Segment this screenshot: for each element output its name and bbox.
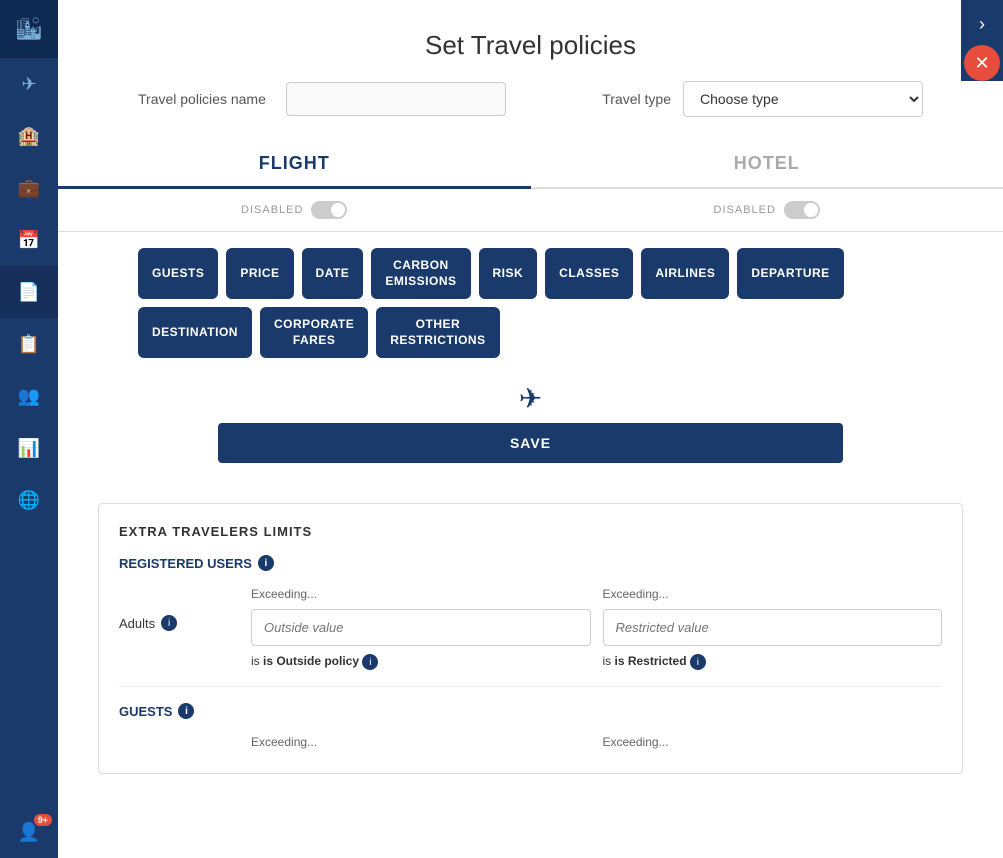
list-icon: 📋 [18,334,40,355]
toggle-row: DISABLED DISABLED [58,189,1003,232]
close-button[interactable]: ✕ [964,45,1000,81]
btn-carbon-emissions[interactable]: CARBON EMISSIONS [371,248,470,299]
hotel-toggle-section: DISABLED [531,201,1003,219]
exceeding-label-1: Exceeding... [251,587,591,601]
policies-name-label: Travel policies name [138,91,266,107]
travel-type-select[interactable]: Choose type Flight Hotel Car [683,81,923,117]
adults-outside-col: Exceeding... is is Outside policy i [251,587,591,670]
form-row: Travel policies name Travel type Choose … [58,81,1003,117]
hotel-disabled-label: DISABLED [714,204,776,216]
calendar-icon: 📅 [18,230,40,251]
registered-users-info-icon[interactable]: i [258,555,274,571]
document-icon: 📄 [18,282,40,303]
adults-restricted-col: Exceeding... is is Restricted i [603,587,943,670]
top-right-panel: › ✕ [961,0,1003,81]
guests-label: GUESTS [119,704,172,719]
notification-badge: 9+ [34,814,52,826]
guests-row: Exceeding... Exceeding... [119,735,942,753]
save-btn-container: SAVE [58,423,1003,483]
guests-exceeding-label-2: Exceeding... [603,735,943,749]
sidebar: 🏙 ✈ 🏨 💼 📅 📄 📋 👥 📊 🌐 👤 9+ [0,0,58,858]
outside-policy-note: is is Outside policy i [251,654,591,670]
guests-exceeding-label-1: Exceeding... [251,735,591,749]
guests-exceeding-col-2: Exceeding... [603,735,943,753]
globe-icon: 🌐 [18,490,40,511]
travel-type-label: Travel type [602,91,671,107]
btn-airlines[interactable]: AIRLINES [641,248,729,299]
sidebar-item-luggage[interactable]: 💼 [0,162,58,214]
btn-classes[interactable]: CLASSES [545,248,633,299]
sidebar-item-globe[interactable]: 🌐 [0,474,58,526]
people-icon: 👥 [18,386,40,407]
adults-label: Adults [119,616,155,631]
flight-disabled-label: DISABLED [241,204,303,216]
main-content: › ✕ Set Travel policies Travel policies … [58,0,1003,858]
plane-icon: ✈ [519,383,542,414]
hotel-toggle[interactable] [784,201,820,219]
registered-users-title: REGISTERED USERS i [119,555,942,571]
flight-toggle-section: DISABLED [58,201,531,219]
guests-info-icon[interactable]: i [178,703,194,719]
adults-label-cell: Adults i [119,587,239,631]
guests-title: GUESTS i [119,703,942,719]
sidebar-item-chart[interactable]: 📊 [0,422,58,474]
guests-label-cell [119,735,239,753]
luggage-icon: 💼 [18,178,40,199]
adults-outside-input[interactable] [251,609,591,646]
sidebar-logo: 🏙 [0,0,58,58]
adults-row: Adults i Exceeding... is is Outside poli… [119,587,942,670]
hotel-icon: 🏨 [18,126,40,147]
sidebar-item-document[interactable]: 📄 [0,266,58,318]
main-tabs: FLIGHT HOTEL [58,137,1003,189]
flight-toggle[interactable] [311,201,347,219]
btn-guests[interactable]: GUESTS [138,248,218,299]
chevron-right-icon[interactable]: › [973,8,991,41]
adults-info-icon[interactable]: i [161,615,177,631]
plane-icon-row: ✈ [58,374,1003,423]
btn-destination[interactable]: DESTINATION [138,307,252,358]
outside-policy-info-icon[interactable]: i [362,654,378,670]
sidebar-item-hotel[interactable]: 🏨 [0,110,58,162]
chart-icon: 📊 [18,438,40,459]
logo-icon: 🏙 [15,16,43,42]
registered-users-label: REGISTERED USERS [119,556,252,571]
restricted-note: is is Restricted i [603,654,943,670]
exceeding-label-2: Exceeding... [603,587,943,601]
btn-risk[interactable]: RISK [479,248,538,299]
restricted-info-icon[interactable]: i [690,654,706,670]
tab-hotel[interactable]: HOTEL [531,137,1003,187]
btn-price[interactable]: PRICE [226,248,293,299]
guests-exceeding-col-1: Exceeding... [251,735,591,753]
btn-other-restrictions[interactable]: OTHER RESTRICTIONS [376,307,499,358]
adults-restricted-input[interactable] [603,609,943,646]
sidebar-item-avatar[interactable]: 👤 9+ [0,806,58,858]
sidebar-item-list[interactable]: 📋 [0,318,58,370]
btn-corporate-fares[interactable]: CORPORATE FARES [260,307,368,358]
policies-name-input[interactable] [286,82,506,116]
sidebar-item-calendar[interactable]: 📅 [0,214,58,266]
sidebar-item-flight[interactable]: ✈ [0,58,58,110]
save-button[interactable]: SAVE [218,423,843,463]
page-title: Set Travel policies [58,0,1003,81]
policy-buttons-container: GUESTS PRICE DATE CARBON EMISSIONS RISK … [58,232,1003,374]
flight-icon: ✈ [21,74,36,95]
btn-date[interactable]: DATE [302,248,364,299]
tab-flight[interactable]: FLIGHT [58,137,531,189]
guests-section: GUESTS i Exceeding... Exceeding... [119,686,942,753]
extra-travelers-section: EXTRA TRAVELERS LIMITS REGISTERED USERS … [98,503,963,774]
sidebar-item-people[interactable]: 👥 [0,370,58,422]
travel-type-group: Travel type Choose type Flight Hotel Car [602,81,923,117]
btn-departure[interactable]: DEPARTURE [737,248,843,299]
extra-travelers-title: EXTRA TRAVELERS LIMITS [119,524,942,539]
